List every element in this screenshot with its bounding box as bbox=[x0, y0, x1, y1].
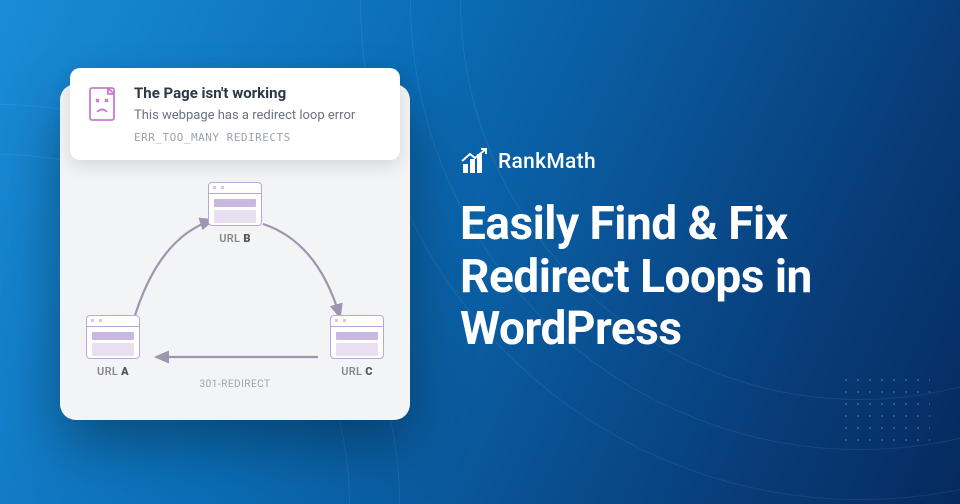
illustration-card: The Page isn't working This webpage has … bbox=[60, 84, 410, 420]
diagram-node-a: URL A bbox=[86, 315, 140, 378]
browser-icon bbox=[208, 182, 262, 226]
redirect-type-label: 301-REDIRECT bbox=[200, 379, 271, 390]
content-row: The Page isn't working This webpage has … bbox=[0, 0, 960, 504]
sad-page-icon bbox=[88, 86, 120, 122]
alert-title: The Page isn't working bbox=[134, 84, 382, 102]
brand-row: RankMath bbox=[460, 148, 900, 176]
alert-error-code: ERR_TOO_MANY REDIRECTS bbox=[134, 131, 382, 144]
browser-icon bbox=[330, 315, 384, 359]
diagram-node-c: URL C bbox=[330, 315, 384, 378]
headline: Easily Find & Fix Redirect Loops in Word… bbox=[460, 198, 900, 355]
error-alert: The Page isn't working This webpage has … bbox=[70, 68, 400, 160]
alert-subtitle: This webpage has a redirect loop error bbox=[134, 107, 382, 125]
rankmath-logo-icon bbox=[460, 148, 488, 176]
browser-icon bbox=[86, 315, 140, 359]
text-column: RankMath Easily Find & Fix Redirect Loop… bbox=[460, 148, 900, 355]
brand-name: RankMath bbox=[498, 150, 596, 174]
diagram-node-b: URL B bbox=[208, 182, 262, 245]
redirect-loop-diagram: URL B URL A URL C 301-REDIRECT bbox=[78, 182, 392, 392]
